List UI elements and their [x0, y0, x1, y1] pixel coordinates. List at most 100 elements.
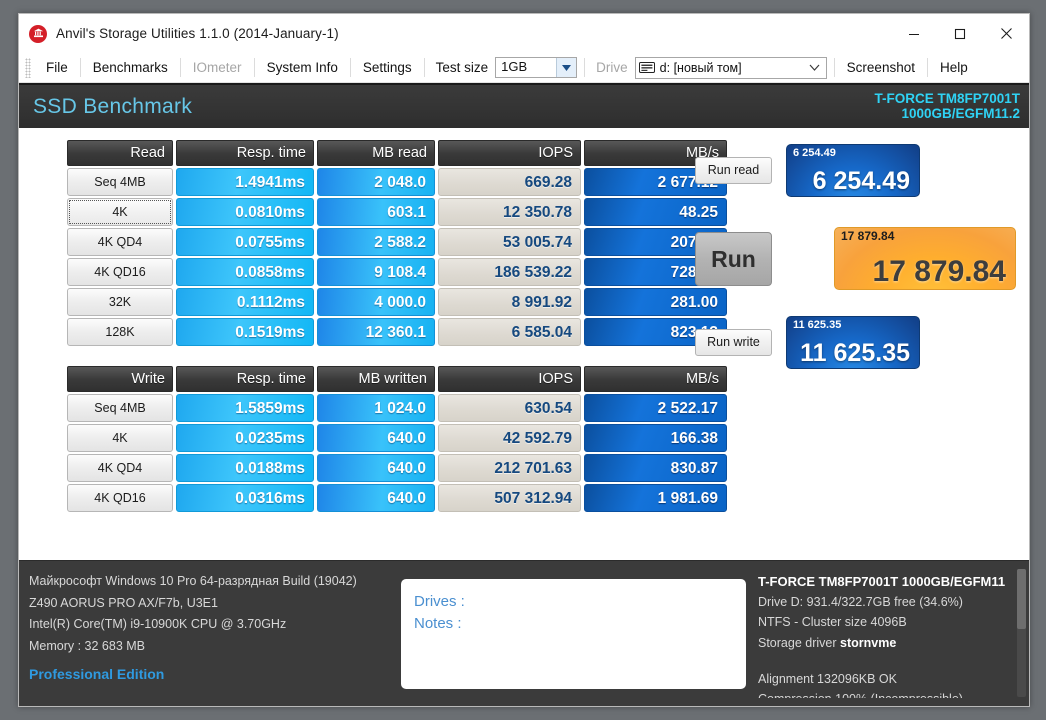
read-header-2: MB read	[317, 140, 435, 166]
read-row-button[interactable]: 4K QD16	[67, 258, 173, 286]
total-score-row: Run 17 879.84 17 879.84	[695, 227, 1025, 290]
write-score-row: Run write 11 625.35 11 625.35	[695, 316, 1025, 369]
write-score-value: 11 625.35	[800, 339, 910, 367]
main-content: Read Resp. time MB read IOPS MB/s Seq 4MB 1.49…	[19, 128, 1029, 560]
benchmark-banner: SSD Benchmark T-FORCE TM8FP7001T 1000GB/…	[19, 83, 1029, 128]
table-row: Seq 4MB 1.5859ms 1 024.0 630.54 2 522.17	[67, 394, 727, 422]
toolbar-grip[interactable]	[25, 57, 31, 78]
write-resp-cell: 0.0188ms	[176, 454, 314, 482]
test-size-label: Test size	[435, 60, 489, 75]
drive-alignment: Alignment 132096KB OK	[758, 671, 897, 686]
write-score-mini: 11 625.35	[793, 319, 842, 331]
test-size-select[interactable]: 1GB	[495, 57, 578, 78]
menu-separator	[179, 58, 181, 77]
drive-value: d: [новый том]	[659, 60, 742, 75]
write-resp-cell: 0.0316ms	[176, 484, 314, 512]
storage-driver-value: stornvme	[840, 635, 897, 650]
maximize-button[interactable]	[937, 14, 983, 53]
write-mb-cell: 640.0	[317, 454, 435, 482]
write-row-button[interactable]: 4K QD16	[67, 484, 173, 512]
read-iops-cell: 8 991.92	[438, 288, 581, 316]
footer-scrollbar[interactable]	[1017, 569, 1026, 697]
menu-separator	[79, 58, 81, 77]
write-row-button[interactable]: 4K QD4	[67, 454, 173, 482]
read-header-1: Resp. time	[176, 140, 314, 166]
chevron-down-icon[interactable]	[556, 58, 577, 77]
footer-panel: Майкрософт Windows 10 Pro 64-разрядная B…	[19, 560, 1029, 706]
benchmark-tables: Read Resp. time MB read IOPS MB/s Seq 4MB 1.49…	[64, 138, 730, 514]
read-row-button[interactable]: 4K	[67, 198, 173, 226]
run-button[interactable]: Run	[695, 231, 772, 286]
menu-item-system-info[interactable]: System Info	[256, 57, 349, 78]
menu-separator	[584, 58, 586, 77]
total-score-box: 17 879.84 17 879.84	[834, 227, 1016, 290]
menu-item-settings[interactable]: Settings	[352, 57, 423, 78]
read-row-button[interactable]: 4K QD4	[67, 228, 173, 256]
close-button[interactable]	[983, 14, 1029, 53]
read-resp-cell: 0.0810ms	[176, 198, 314, 226]
menu-item-screenshot[interactable]: Screenshot	[836, 57, 926, 78]
system-info: Майкрософт Windows 10 Pro 64-разрядная B…	[29, 571, 401, 698]
write-iops-cell: 212 701.63	[438, 454, 581, 482]
read-row-button[interactable]: 32K	[67, 288, 173, 316]
notes-textbox[interactable]: Drives : Notes :	[401, 579, 746, 689]
device-name: T-FORCE TM8FP7001T 1000GB/EGFM11.2	[874, 91, 1020, 121]
cpu: Intel(R) Core(TM) i9-10900K CPU @ 3.70GH…	[29, 617, 287, 631]
table-row: 32K 0.1112ms 4 000.0 8 991.92 281.00	[67, 288, 727, 316]
read-resp-cell: 0.1519ms	[176, 318, 314, 346]
chevron-down-icon[interactable]	[804, 64, 826, 71]
drive-label: Drive	[596, 60, 628, 75]
menu-separator	[423, 58, 425, 77]
device-name-line2: 1000GB/EGFM11.2	[901, 105, 1020, 121]
read-resp-cell: 0.0858ms	[176, 258, 314, 286]
notes-label: Notes :	[414, 614, 462, 632]
read-row-button[interactable]: Seq 4MB	[67, 168, 173, 196]
menu-item-file[interactable]: File	[35, 57, 79, 78]
score-panel: Run read 6 254.49 6 254.49 Run 17 879.84…	[695, 138, 1025, 369]
read-header-0: Read	[67, 140, 173, 166]
read-row-button[interactable]: 128K	[67, 318, 173, 346]
table-row: 128K0.1519ms12 360.16 585.04823.13	[67, 318, 727, 346]
read-mb-cell: 4 000.0	[317, 288, 435, 316]
write-mbs-cell: 830.87	[584, 454, 727, 482]
write-row-button[interactable]: 4K	[67, 424, 173, 452]
table-row: Seq 4MB 1.4941ms 2 048.0 669.28 2 677.12	[67, 168, 727, 196]
read-mb-cell: 2 048.0	[317, 168, 435, 196]
table-row: 4K 0.0810ms 603.1 12 350.78 48.25	[67, 198, 727, 226]
drive-icon	[636, 62, 658, 73]
page-title: SSD Benchmark	[33, 94, 193, 118]
write-header-2: MB written	[317, 366, 435, 392]
app-window: Anvil's Storage Utilities 1.1.0 (2014-Ja…	[18, 13, 1030, 707]
write-resp-cell: 1.5859ms	[176, 394, 314, 422]
scrollbar-thumb[interactable]	[1017, 569, 1026, 629]
menu-separator	[253, 58, 255, 77]
read-iops-cell: 53 005.74	[438, 228, 581, 256]
write-row-button[interactable]: Seq 4MB	[67, 394, 173, 422]
title-bar: Anvil's Storage Utilities 1.1.0 (2014-Ja…	[19, 14, 1029, 53]
drive-select[interactable]: d: [новый том]	[634, 56, 827, 79]
run-read-button[interactable]: Run read	[695, 157, 772, 184]
write-score-box: 11 625.35 11 625.35	[786, 316, 920, 369]
total-score-value: 17 879.84	[872, 255, 1006, 288]
window-title: Anvil's Storage Utilities 1.1.0 (2014-Ja…	[56, 26, 339, 41]
write-iops-cell: 630.54	[438, 394, 581, 422]
write-mb-cell: 1 024.0	[317, 394, 435, 422]
write-header-0: Write	[67, 366, 173, 392]
table-row: 4K QD4 0.0188ms 640.0 212 701.63 830.87	[67, 454, 727, 482]
read-iops-cell: 12 350.78	[438, 198, 581, 226]
write-mbs-cell: 2 522.17	[584, 394, 727, 422]
read-score-mini: 6 254.49	[793, 147, 836, 159]
minimize-button[interactable]	[891, 14, 937, 53]
motherboard: Z490 AORUS PRO AX/F7b, U3E1	[29, 595, 218, 610]
total-score-mini: 17 879.84	[841, 229, 895, 243]
edition-label: Professional Edition	[29, 666, 165, 682]
read-mb-cell: 12 360.1	[317, 318, 435, 346]
menu-item-benchmarks[interactable]: Benchmarks	[82, 57, 179, 78]
menu-separator	[926, 58, 928, 77]
menu-item-help[interactable]: Help	[929, 57, 979, 78]
window-controls	[891, 14, 1029, 53]
run-write-button[interactable]: Run write	[695, 329, 772, 356]
drive-compression: Compression 100% (Incompressible)	[758, 689, 1020, 698]
drives-label: Drives :	[414, 593, 465, 610]
read-score-row: Run read 6 254.49 6 254.49	[695, 144, 1025, 197]
